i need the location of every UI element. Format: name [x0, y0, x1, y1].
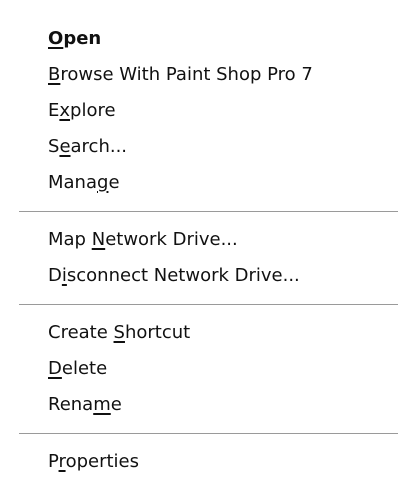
access-key: N [91, 229, 106, 250]
menu-item-open[interactable]: Open [0, 21, 398, 57]
access-key: O [48, 28, 64, 49]
access-key: g [97, 172, 109, 193]
menu-item-label-post: rowse With Paint Shop Pro 7 [60, 64, 313, 85]
menu-item-label-pre: Mana [48, 172, 97, 193]
menu-item-label-pre: E [48, 100, 60, 121]
menu-separator [19, 211, 398, 212]
menu-item-label-pre: S [48, 136, 60, 157]
menu-separator [19, 433, 398, 434]
menu-item-delete[interactable]: Delete [0, 351, 398, 387]
menu-item-map-network-drive[interactable]: Map Network Drive... [0, 222, 398, 258]
access-key: S [113, 322, 125, 343]
menu-item-label-post: pen [63, 28, 102, 49]
access-key: B [48, 64, 61, 85]
menu-item-disconnect-network-drive[interactable]: Disconnect Network Drive... [0, 258, 398, 294]
menu-item-label-post: sconnect Network Drive... [66, 265, 300, 286]
menu-item-label-post: arch... [70, 136, 128, 157]
menu-item-browse-with-paint-shop-pro[interactable]: Browse With Paint Shop Pro 7 [0, 57, 398, 93]
menu-item-label-post: etwork Drive... [105, 229, 238, 250]
context-menu: Open Browse With Paint Shop Pro 7 Explor… [0, 0, 398, 483]
menu-item-create-shortcut[interactable]: Create Shortcut [0, 315, 398, 351]
menu-item-manage[interactable]: Manage [0, 165, 398, 201]
menu-item-properties[interactable]: Properties [0, 444, 398, 480]
menu-item-label-post: plore [70, 100, 116, 121]
menu-item-label-post: elete [61, 358, 108, 379]
menu-item-label-pre: D [48, 265, 62, 286]
menu-item-label-post: operties [65, 451, 139, 472]
menu-item-label-post: hortcut [124, 322, 191, 343]
menu-item-label-post: e [110, 394, 122, 415]
access-key: e [59, 136, 71, 157]
menu-item-explore[interactable]: Explore [0, 93, 398, 129]
access-key: m [93, 394, 111, 415]
menu-item-rename[interactable]: Rename [0, 387, 398, 423]
menu-item-search[interactable]: Search... [0, 129, 398, 165]
menu-item-label-pre: P [48, 451, 59, 472]
menu-item-label-post: e [108, 172, 120, 193]
menu-item-label-pre: Rena [48, 394, 94, 415]
menu-item-label-pre: Create [48, 322, 114, 343]
access-key: D [48, 358, 62, 379]
access-key: r [58, 451, 66, 472]
menu-item-label-pre: Map [48, 229, 92, 250]
access-key: x [59, 100, 71, 121]
menu-separator [19, 304, 398, 305]
